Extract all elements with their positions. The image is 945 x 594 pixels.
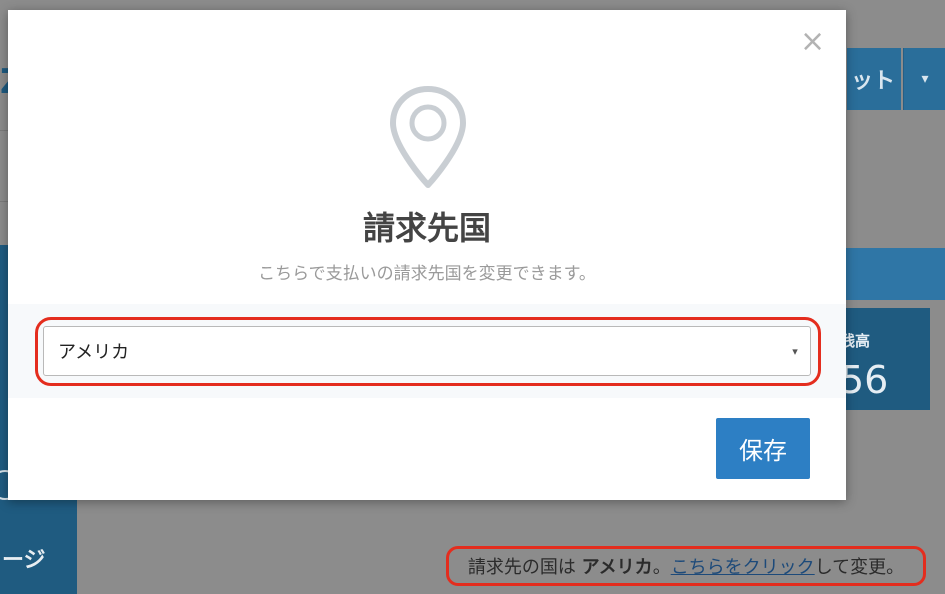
close-icon[interactable]: × bbox=[800, 27, 825, 57]
bg-divider bbox=[0, 130, 8, 202]
billing-status-suffix: して変更。 bbox=[814, 557, 905, 578]
chevron-down-icon: ▾ bbox=[792, 344, 798, 358]
modal-subtitle: こちらで支払いの請求先国を変更できます。 bbox=[258, 264, 596, 284]
map-pin-icon bbox=[390, 86, 466, 188]
billing-country-modal: × 請求先国 こちらで支払いの請求先国を変更できます。 アメリカ ▾ 保存 bbox=[8, 10, 846, 500]
bg-balance-value: 56 bbox=[840, 358, 889, 402]
modal-title: 請求先国 bbox=[362, 209, 491, 247]
bg-account-caret-icon[interactable]: ▾ bbox=[903, 48, 945, 110]
country-select-value: アメリカ bbox=[58, 342, 130, 363]
billing-country-status: 請求先の国は アメリカ 。 こちらをクリック して変更。 bbox=[446, 546, 926, 586]
bg-left-tab-label: ージ bbox=[2, 548, 46, 573]
country-select[interactable]: アメリカ ▾ bbox=[43, 326, 811, 376]
billing-status-country: アメリカ bbox=[581, 557, 653, 578]
bg-header-band bbox=[846, 248, 945, 300]
bg-account-button[interactable]: ット bbox=[847, 48, 901, 110]
billing-status-punct: 。 bbox=[652, 557, 671, 578]
save-button[interactable]: 保存 bbox=[716, 418, 810, 479]
change-billing-country-link[interactable]: こちらをクリック bbox=[671, 553, 815, 579]
billing-status-prefix: 請求先の国は bbox=[467, 557, 576, 578]
